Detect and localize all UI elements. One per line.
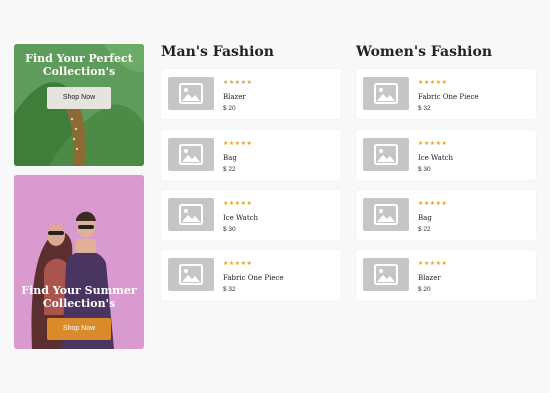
product-card[interactable]: ★★★★★ Ice Watch $ 30 [161,190,341,240]
star-rating: ★★★★★ [223,140,253,147]
section-title-mens-fashion: Man's Fashion [161,44,274,60]
product-price: $ 22 [223,166,236,173]
product-card[interactable]: ★★★★★ Bag $ 22 [161,130,341,180]
image-placeholder-icon [363,138,409,171]
product-price: $ 20 [223,105,236,112]
product-price: $ 20 [418,286,431,293]
star-rating: ★★★★★ [223,260,253,267]
page: Find Your Perfect Collection's Shop Now … [0,0,550,393]
image-placeholder-icon [168,77,214,110]
image-placeholder-icon [168,198,214,231]
section-title-womens-fashion: Women's Fashion [356,44,493,60]
product-card[interactable]: ★★★★★ Bag $ 22 [356,190,536,240]
product-price: $ 32 [223,286,236,293]
product-card[interactable]: ★★★★★ Fabric One Piece $ 32 [356,69,536,119]
product-name[interactable]: Fabric One Piece [418,93,479,101]
product-name[interactable]: Ice Watch [223,214,258,222]
star-rating: ★★★★★ [418,260,448,267]
image-placeholder-icon [168,138,214,171]
product-price: $ 22 [418,226,431,233]
promo-banner-summer-collection[interactable]: Find Your Summer Collection's Shop Now [14,175,144,349]
product-card[interactable]: ★★★★★ Blazer $ 20 [161,69,341,119]
star-rating: ★★★★★ [223,79,253,86]
product-card[interactable]: ★★★★★ Ice Watch $ 30 [356,130,536,180]
product-name[interactable]: Bag [223,154,237,162]
product-name[interactable]: Bag [418,214,432,222]
image-placeholder-icon [168,258,214,291]
product-name[interactable]: Blazer [418,274,441,282]
promo-title: Find Your Perfect Collection's [25,52,133,78]
shop-now-button[interactable]: Shop Now [47,318,111,340]
star-rating: ★★★★★ [223,200,253,207]
star-rating: ★★★★★ [418,200,448,207]
product-price: $ 32 [418,105,431,112]
shop-now-button[interactable]: Shop Now [47,87,111,109]
product-name[interactable]: Blazer [223,93,246,101]
product-price: $ 30 [223,226,236,233]
promo-banner-perfect-collection[interactable]: Find Your Perfect Collection's Shop Now [14,44,144,166]
product-name[interactable]: Fabric One Piece [223,274,284,282]
product-card[interactable]: ★★★★★ Fabric One Piece $ 32 [161,250,341,300]
promo-title: Find Your Summer Collection's [21,284,137,310]
star-rating: ★★★★★ [418,79,448,86]
product-name[interactable]: Ice Watch [418,154,453,162]
product-price: $ 30 [418,166,431,173]
image-placeholder-icon [363,77,409,110]
image-placeholder-icon [363,258,409,291]
star-rating: ★★★★★ [418,140,448,147]
image-placeholder-icon [363,198,409,231]
product-card[interactable]: ★★★★★ Blazer $ 20 [356,250,536,300]
